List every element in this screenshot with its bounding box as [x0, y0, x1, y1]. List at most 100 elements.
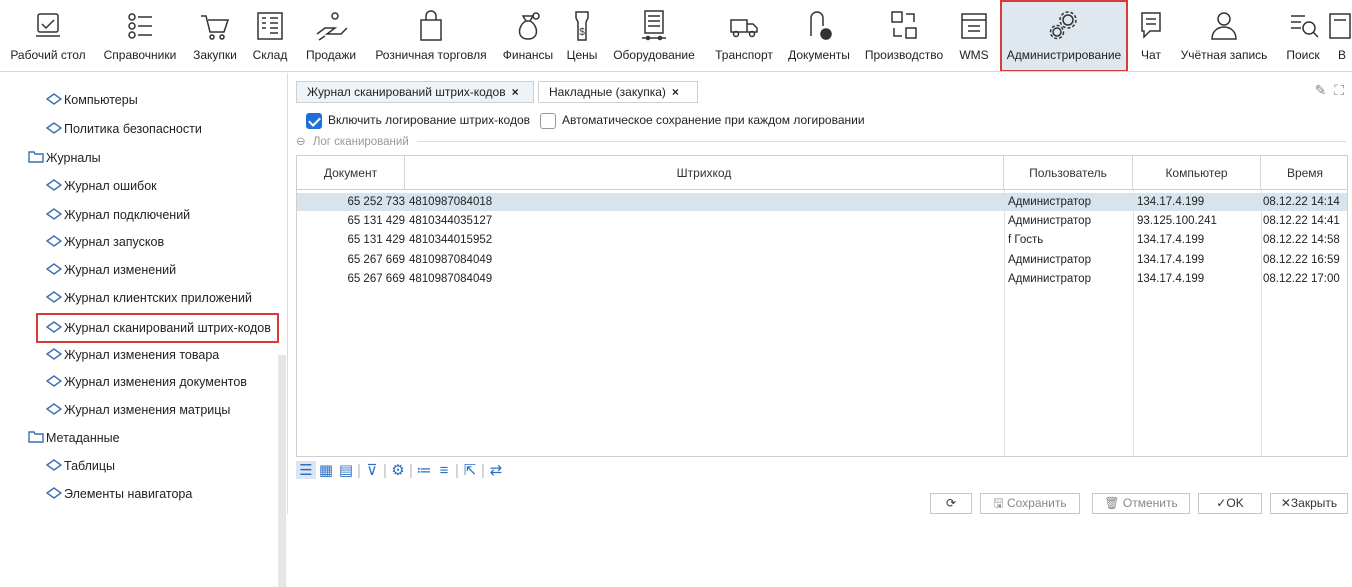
collapse-icon[interactable]: ⊖: [296, 136, 310, 148]
ok-button[interactable]: ✓OK: [1198, 493, 1262, 514]
table-row[interactable]: 65 267 669 4810987084049 Администратор 1…: [297, 251, 1347, 269]
toolbar-desktop[interactable]: Рабочий стол: [0, 0, 96, 71]
grid-view-icon[interactable]: ☰: [296, 461, 316, 479]
toolbar-references[interactable]: Справочники: [96, 0, 184, 71]
sidebar-item-label: Метаданные: [46, 431, 120, 445]
calendar-view-icon[interactable]: ▤: [336, 461, 356, 479]
sidebar-item-barcode-scan-log[interactable]: Журнал сканирований штрих-кодов: [36, 313, 279, 343]
cell-computer: 134.17.4.199: [1137, 273, 1205, 285]
sidebar-item-error-log[interactable]: Журнал ошибок: [45, 175, 157, 197]
toolbar-production[interactable]: Производство: [856, 0, 952, 71]
log-barcodes-checkbox[interactable]: Включить логирование штрих-кодов: [306, 110, 530, 130]
col-header-user[interactable]: Пользователь: [1004, 156, 1133, 190]
col-header-time[interactable]: Время: [1261, 156, 1349, 190]
desktop-icon: [30, 8, 66, 44]
toolbar-exit[interactable]: В: [1328, 0, 1352, 71]
toolbar-administration[interactable]: Администрирование: [1000, 0, 1128, 71]
toolbar-prices[interactable]: $ Цены: [562, 0, 602, 71]
toolbar-purchases[interactable]: Закупки: [184, 0, 246, 71]
export-icon[interactable]: ⇱: [460, 461, 480, 479]
folder-open-icon: [28, 428, 46, 450]
toolbar-equipment[interactable]: Оборудование: [602, 0, 706, 71]
settings-icon[interactable]: ⚙: [388, 461, 408, 479]
form-icon: [45, 232, 64, 254]
sidebar-item-connection-log[interactable]: Журнал подключений: [45, 204, 191, 226]
refresh-list-icon[interactable]: ⇄: [486, 461, 506, 479]
group-title[interactable]: ⊖ Лог сканирований: [296, 136, 417, 148]
sidebar-item-navigator-elements[interactable]: Элементы навигатора: [45, 483, 192, 505]
sidebar-item-label: Журнал подключений: [64, 208, 191, 222]
cell-user: Администратор: [1008, 215, 1091, 227]
table-row[interactable]: 65 131 429 4810344015952 f Гость 134.17.…: [297, 231, 1347, 249]
check-icon: ✓: [1216, 496, 1227, 510]
toolbar-label: Транспорт: [715, 48, 773, 62]
sidebar-scrollbar[interactable]: [278, 355, 286, 587]
save-label: Сохранить: [1006, 496, 1067, 510]
filter-icon[interactable]: ⊽: [362, 461, 382, 479]
toolbar-sales[interactable]: Продажи: [294, 0, 368, 71]
cell-time: 08.12.22 14:14: [1263, 196, 1340, 208]
sidebar-item-tables[interactable]: Таблицы: [45, 455, 115, 477]
toolbar-label: Администрирование: [1006, 48, 1122, 62]
sidebar-item-document-change-log[interactable]: Журнал изменения документов: [45, 371, 247, 393]
sidebar-item-matrix-change-log[interactable]: Журнал изменения матрицы: [45, 399, 230, 422]
tab-barcode-scan-log[interactable]: Журнал сканирований штрих-кодов ×: [296, 81, 534, 103]
sidebar-item-change-log[interactable]: Журнал изменений: [45, 259, 177, 282]
sidebar-item-product-change-log[interactable]: Журнал изменения товара: [45, 344, 220, 367]
refresh-icon: ⟳: [945, 496, 957, 510]
sidebar-item-computers[interactable]: Компьютеры: [45, 89, 138, 111]
toolbar-retail[interactable]: Розничная торговля: [368, 0, 494, 71]
sidebar-item-label: Журнал изменений: [64, 263, 177, 277]
tab-purchase-invoices[interactable]: Накладные (закупка) ×: [538, 81, 698, 103]
close-button[interactable]: ✕Закрыть: [1270, 493, 1348, 514]
hand-coins-icon: [313, 8, 349, 44]
checkbox-unchecked[interactable]: [540, 112, 556, 129]
toolbar-label: Чат: [1141, 48, 1161, 62]
form-icon: [45, 260, 64, 282]
toolbar-wms[interactable]: WMS: [952, 0, 996, 71]
warehouse-icon: [252, 8, 288, 44]
close-icon[interactable]: ×: [672, 85, 679, 99]
checkbox-checked[interactable]: [306, 112, 322, 129]
toolbar-search[interactable]: Поиск: [1278, 0, 1328, 71]
table-row[interactable]: 65 131 429 4810344035127 Администратор 9…: [297, 212, 1347, 230]
form-icon: [45, 318, 64, 340]
sidebar-item-launch-log[interactable]: Журнал запусков: [45, 231, 164, 254]
sidebar-folder-journals[interactable]: Журналы: [28, 147, 101, 169]
cell-time: 08.12.22 16:59: [1263, 254, 1340, 266]
sidebar-item-label: Журнал изменения товара: [64, 348, 220, 362]
table-header: Документ Штрихкод Пользователь Компьютер…: [297, 156, 1347, 190]
form-icon: [45, 345, 64, 367]
toolbar-finance[interactable]: Финансы: [494, 0, 562, 71]
toolbar-documents[interactable]: Документы: [782, 0, 856, 71]
toolbar-chat[interactable]: Чат: [1132, 0, 1170, 71]
cell-barcode: 4810344015952: [409, 234, 493, 246]
toolbar-warehouse[interactable]: Склад: [246, 0, 294, 71]
toolbar-account[interactable]: Учётная запись: [1170, 0, 1278, 71]
form-icon: [45, 400, 64, 422]
table-row[interactable]: 65 267 669 4810987084049 Администратор 1…: [297, 270, 1347, 288]
save-button[interactable]: 🖫 Сохранить: [980, 493, 1080, 514]
sidebar-folder-metadata[interactable]: Метаданные: [28, 427, 120, 449]
chat-icon: [1133, 8, 1169, 44]
fullscreen-icon[interactable]: ⛶: [1334, 82, 1344, 98]
col-header-document[interactable]: Документ: [297, 156, 405, 190]
cell-computer: 134.17.4.199: [1137, 234, 1205, 246]
sort-icon[interactable]: ≡: [434, 462, 454, 479]
autosave-checkbox[interactable]: Автоматическое сохранение при каждом лог…: [540, 110, 865, 130]
table-row[interactable]: 65 252 733 4810987084018 Администратор 1…: [297, 193, 1347, 211]
sidebar-item-client-apps-log[interactable]: Журнал клиентских приложений: [45, 287, 252, 309]
toolbar-transport[interactable]: Транспорт: [706, 0, 782, 71]
cell-time: 08.12.22 17:00: [1263, 273, 1340, 285]
toolbar-label: Справочники: [103, 48, 177, 62]
pivot-view-icon[interactable]: ▦: [316, 461, 336, 479]
close-icon: ✕: [1280, 496, 1291, 510]
edit-pencil-icon[interactable]: ✎: [1315, 82, 1327, 98]
col-header-computer[interactable]: Компьютер: [1133, 156, 1261, 190]
refresh-button[interactable]: ⟳: [930, 493, 972, 514]
col-header-barcode[interactable]: Штрихкод: [405, 156, 1004, 190]
close-icon[interactable]: ×: [512, 85, 519, 99]
sidebar-item-security-policy[interactable]: Политика безопасности: [45, 118, 202, 140]
group-list-icon[interactable]: ≔: [414, 461, 434, 479]
cancel-button[interactable]: 🗑 Отменить: [1092, 493, 1190, 514]
